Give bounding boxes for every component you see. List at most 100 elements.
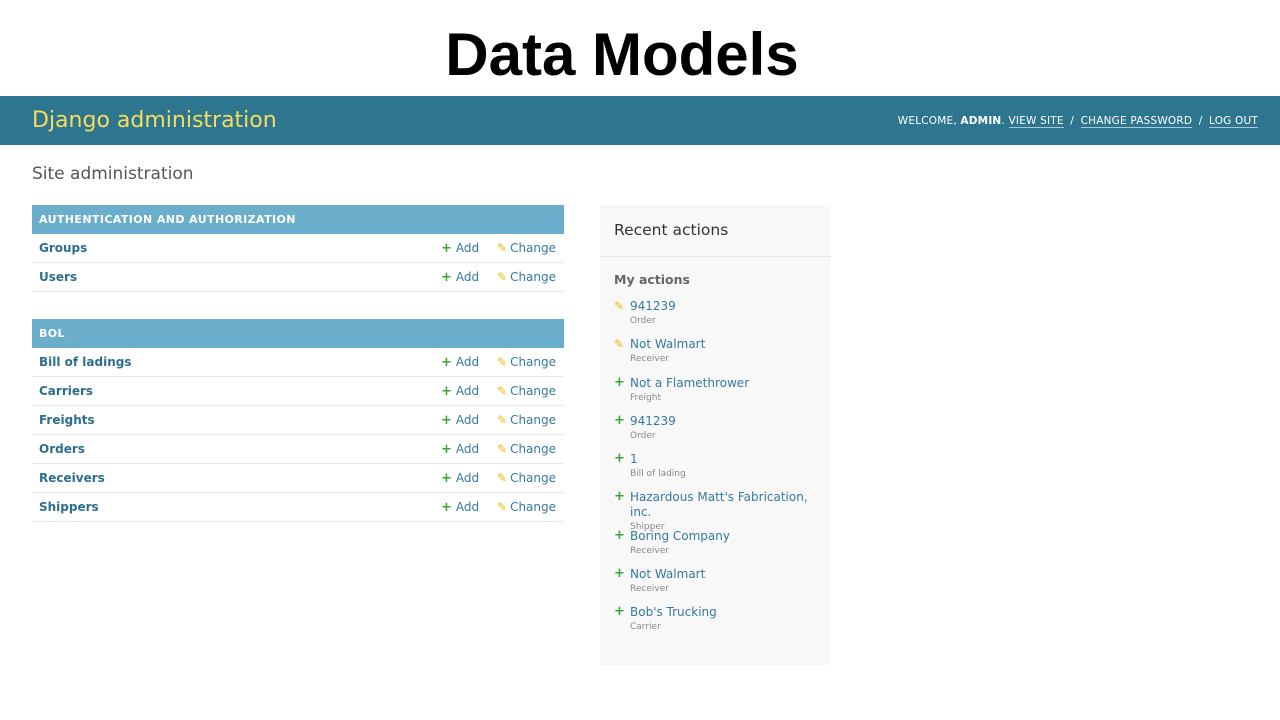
action-object-link[interactable]: 941239 xyxy=(630,414,676,429)
action-object-link[interactable]: 941239 xyxy=(630,299,676,314)
module-header[interactable]: BOL xyxy=(32,319,564,348)
add-button[interactable]: + Add xyxy=(441,471,497,486)
add-label: Add xyxy=(455,413,480,427)
my-actions-heading: My actions xyxy=(614,272,690,287)
change-label: Change xyxy=(510,270,557,284)
plus-icon: + xyxy=(614,451,625,467)
change-label: Change xyxy=(510,241,557,255)
model-row-groups: Groups + Add ✎ Change xyxy=(32,234,564,263)
model-link[interactable]: Groups xyxy=(39,241,441,255)
change-button[interactable]: ✎ Change xyxy=(497,442,557,456)
action-object-link[interactable]: Not a Flamethrower xyxy=(630,376,749,391)
model-link[interactable]: Freights xyxy=(39,413,441,427)
plus-icon: + xyxy=(614,527,625,543)
pencil-icon: ✎ xyxy=(497,442,508,456)
add-button[interactable]: + Add xyxy=(441,442,497,457)
pencil-icon: ✎ xyxy=(497,270,508,284)
model-link[interactable]: Carriers xyxy=(39,384,441,398)
action-content-type: Receiver xyxy=(630,545,669,556)
add-label: Add xyxy=(455,442,480,456)
add-button[interactable]: + Add xyxy=(441,241,497,256)
admin-header: Django administration WELCOME, ADMIN. VI… xyxy=(0,96,1280,145)
model-row-freights: Freights + Add ✎ Change xyxy=(32,406,564,435)
add-label: Add xyxy=(455,384,480,398)
page-title: Site administration xyxy=(32,164,194,184)
model-link[interactable]: Users xyxy=(39,270,441,284)
model-row-shippers: Shippers + Add ✎ Change xyxy=(32,493,564,522)
model-row-receivers: Receivers + Add ✎ Change xyxy=(32,464,564,493)
plus-icon: + xyxy=(614,604,625,620)
change-button[interactable]: ✎ Change xyxy=(497,413,557,427)
pencil-icon: ✎ xyxy=(497,241,508,255)
change-button[interactable]: ✎ Change xyxy=(497,270,557,284)
change-password-link[interactable]: CHANGE PASSWORD xyxy=(1080,114,1193,128)
model-row-orders: Orders + Add ✎ Change xyxy=(32,435,564,464)
add-button[interactable]: + Add xyxy=(441,355,497,370)
action-item: + Bob's Trucking Carrier xyxy=(614,605,817,643)
plus-icon: + xyxy=(441,354,452,370)
change-button[interactable]: ✎ Change xyxy=(497,500,557,514)
action-object-link[interactable]: Not Walmart xyxy=(630,337,705,352)
welcome-text: WELCOME, xyxy=(897,114,961,127)
change-button[interactable]: ✎ Change xyxy=(497,384,557,398)
add-button[interactable]: + Add xyxy=(441,500,497,515)
user-tools: WELCOME, ADMIN. VIEW SITE / CHANGE PASSW… xyxy=(897,114,1258,128)
action-object-link[interactable]: Bob's Trucking xyxy=(630,605,717,620)
model-row-users: Users + Add ✎ Change xyxy=(32,263,564,292)
change-label: Change xyxy=(510,442,557,456)
add-label: Add xyxy=(455,500,480,514)
change-label: Change xyxy=(510,500,557,514)
add-label: Add xyxy=(455,270,480,284)
plus-icon: + xyxy=(441,412,452,428)
module-header[interactable]: AUTHENTICATION AND AUTHORIZATION xyxy=(32,205,564,234)
recent-actions-title: Recent actions xyxy=(600,205,831,257)
add-button[interactable]: + Add xyxy=(441,384,497,399)
model-link[interactable]: Orders xyxy=(39,442,441,456)
change-label: Change xyxy=(510,471,557,485)
pencil-icon: ✎ xyxy=(497,413,508,427)
action-item: + Boring Company Receiver xyxy=(614,527,817,567)
pencil-icon: ✎ xyxy=(497,355,508,369)
add-button[interactable]: + Add xyxy=(441,270,497,285)
action-item: + Not a Flamethrower Freight xyxy=(614,374,817,414)
plus-icon: + xyxy=(441,499,452,515)
change-button[interactable]: ✎ Change xyxy=(497,241,557,255)
action-item: + 941239 Order xyxy=(614,412,817,452)
pencil-icon: ✎ xyxy=(614,299,625,313)
model-link[interactable]: Receivers xyxy=(39,471,441,485)
username: ADMIN xyxy=(960,114,1002,127)
plus-icon: + xyxy=(614,412,625,428)
log-out-link[interactable]: LOG OUT xyxy=(1209,114,1258,128)
plus-icon: + xyxy=(441,383,452,399)
add-button[interactable]: + Add xyxy=(441,413,497,428)
action-list: ✎ 941239 Order ✎ Not Walmart Receiver + No… xyxy=(600,287,831,644)
pencil-icon: ✎ xyxy=(497,500,508,514)
model-row-bill-of-ladings: Bill of ladings + Add ✎ Change xyxy=(32,348,564,377)
plus-icon: + xyxy=(614,489,625,505)
site-brand[interactable]: Django administration xyxy=(32,108,277,133)
pencil-icon: ✎ xyxy=(497,384,508,398)
add-label: Add xyxy=(455,355,480,369)
change-button[interactable]: ✎ Change xyxy=(497,355,557,369)
action-object-link[interactable]: Not Walmart xyxy=(630,567,705,582)
action-content-type: Freight xyxy=(630,392,662,403)
plus-icon: + xyxy=(441,441,452,457)
plus-icon: + xyxy=(614,374,625,390)
action-item: ✎ Not Walmart Receiver xyxy=(614,337,817,375)
add-label: Add xyxy=(455,471,480,485)
action-content-type: Order xyxy=(630,430,656,441)
pencil-icon: ✎ xyxy=(497,471,508,485)
model-link[interactable]: Shippers xyxy=(39,500,441,514)
model-link[interactable]: Bill of ladings xyxy=(39,355,441,369)
action-item: + Hazardous Matt's Fabrication, inc. Ship… xyxy=(614,489,817,533)
action-object-link[interactable]: 1 xyxy=(630,452,686,467)
action-content-type: Receiver xyxy=(630,584,669,595)
plus-icon: + xyxy=(441,240,452,256)
change-button[interactable]: ✎ Change xyxy=(497,471,557,485)
model-row-carriers: Carriers + Add ✎ Change xyxy=(32,377,564,406)
plus-icon: + xyxy=(441,269,452,285)
action-object-link[interactable]: Hazardous Matt's Fabrication, inc. xyxy=(630,490,817,520)
view-site-link[interactable]: VIEW SITE xyxy=(1008,114,1064,128)
action-object-link[interactable]: Boring Company xyxy=(630,529,730,544)
separator: / xyxy=(1070,114,1075,127)
